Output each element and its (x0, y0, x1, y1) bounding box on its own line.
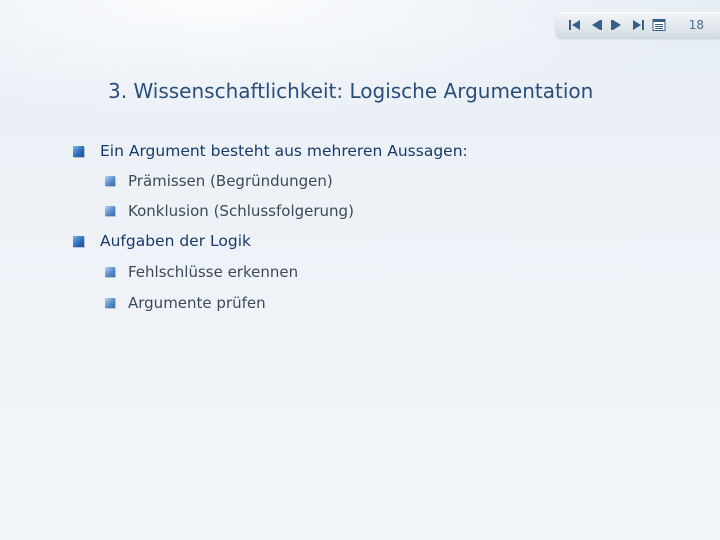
slide-title: 3. Wissenschaftlichkeit: Logische Argume… (108, 79, 594, 103)
bullet-text: Aufgaben der Logik (100, 232, 251, 250)
first-slide-icon (569, 20, 580, 30)
slide-list-icon (652, 19, 666, 31)
sub-bullet-item: Argumente prüfen (105, 294, 266, 312)
next-slide-button[interactable] (608, 16, 626, 34)
bullet-square-icon (73, 145, 84, 157)
previous-slide-icon (592, 20, 602, 30)
bullet-square-icon (105, 298, 115, 308)
page-number: 18 (688, 18, 704, 32)
next-slide-icon (611, 20, 621, 30)
bullet-square-icon (105, 206, 115, 216)
slide-list-button[interactable] (650, 16, 668, 34)
bullet-item: Ein Argument besteht aus mehreren Aussag… (73, 142, 468, 160)
bullet-square-icon (105, 267, 115, 277)
bullet-item: Aufgaben der Logik (73, 232, 251, 250)
sub-bullet-text: Fehlschlüsse erkennen (128, 263, 299, 281)
bullet-text: Ein Argument besteht aus mehreren Aussag… (100, 142, 468, 160)
sub-bullet-item: Fehlschlüsse erkennen (105, 263, 298, 281)
bullet-square-icon (105, 176, 115, 186)
sub-bullet-text: Argumente prüfen (128, 294, 266, 312)
sub-bullet-text: Prämissen (Begründungen) (128, 172, 333, 190)
previous-slide-button[interactable] (587, 16, 605, 34)
first-slide-button[interactable] (566, 16, 584, 34)
last-slide-button[interactable] (629, 16, 647, 34)
sub-bullet-item: Konklusion (Schlussfolgerung) (105, 202, 354, 220)
last-slide-icon (633, 20, 644, 30)
bullet-square-icon (73, 235, 84, 247)
sub-bullet-item: Prämissen (Begründungen) (105, 172, 333, 190)
sub-bullet-text: Konklusion (Schlussfolgerung) (128, 202, 354, 220)
